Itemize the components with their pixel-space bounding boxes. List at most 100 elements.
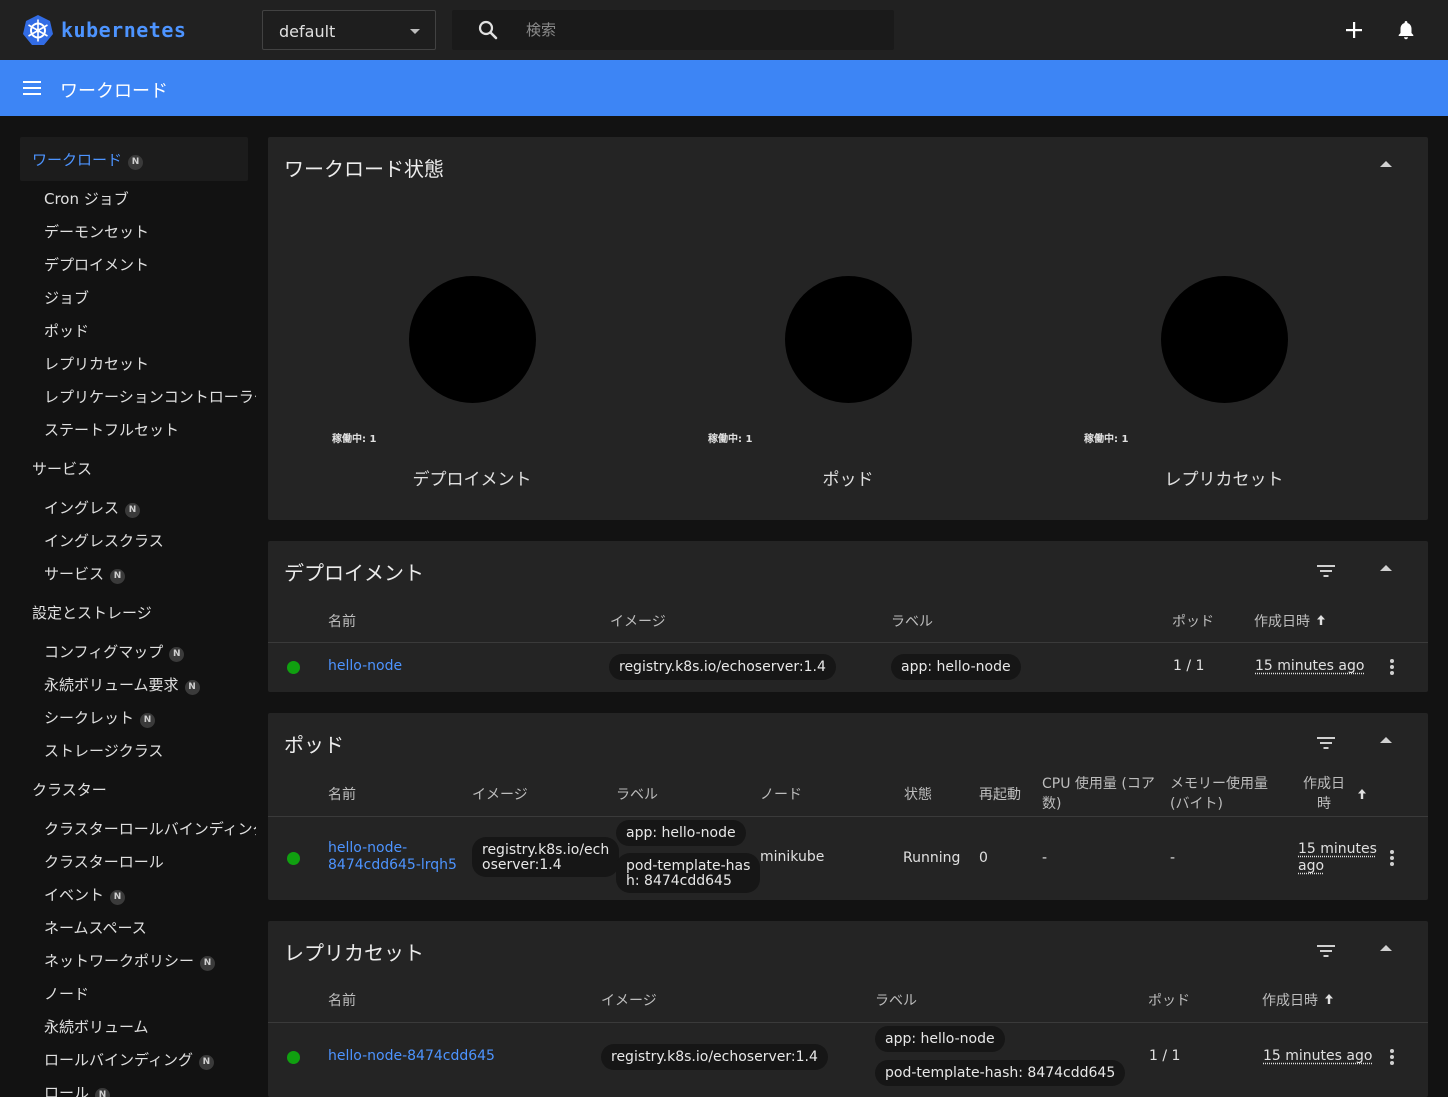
sidebar-item-ingresses[interactable]: イングレス N [44,497,141,518]
sidebar-item-storageclasses[interactable]: ストレージクラス [44,740,163,761]
sidebar-item-label: ワークロード [32,151,123,169]
more-vert-icon[interactable] [1390,659,1394,675]
column-header-name[interactable]: 名前 [328,785,356,805]
label-chip[interactable]: pod-template-hash: 8474cdd645 [616,853,761,893]
sidebar-section-services[interactable]: サービス [32,458,92,479]
logo[interactable]: kubernetes [22,14,186,46]
cpu-usage: - [1042,850,1048,866]
status-ok-icon [287,661,300,674]
collapse-icon[interactable] [1380,161,1392,167]
chart-legend: 稼働中: 1 [332,434,377,445]
sidebar-item-label: Cron ジョブ [44,190,129,208]
collapse-icon[interactable] [1380,565,1392,571]
column-header-labels: ラベル [875,993,917,1009]
column-header-memory: メモリー使用量 (バイト) [1170,774,1268,814]
logo-text: kubernetes [61,18,187,42]
namespace-select[interactable]: default [262,10,436,50]
sidebar-item-clusterroles[interactable]: クラスターロール [44,851,164,872]
sort-arrow-up-icon[interactable] [1357,788,1367,800]
sidebar-item-replicasets[interactable]: レプリカセット [44,353,149,374]
sidebar-item-clusterrolebindings[interactable]: クラスターロールバインディング [44,818,256,839]
sidebar-section-config-storage[interactable]: 設定とストレージ [32,602,152,623]
namespaced-badge: N [110,890,126,905]
column-header-label: 作成日時 [1262,993,1318,1009]
sidebar-item-configmaps[interactable]: コンフィグマップ N [44,641,185,662]
sidebar-section-cluster[interactable]: クラスター [32,779,107,800]
sidebar-item-deployments[interactable]: デプロイメント [44,254,149,275]
more-vert-icon[interactable] [1390,850,1394,866]
filter-icon[interactable] [1316,563,1336,579]
sidebar-item-events[interactable]: イベント N [44,884,126,905]
sidebar-item-label: 永続ボリューム [44,1018,149,1036]
label-chip[interactable]: app: hello-node [875,1026,1005,1052]
node-name: minikube [760,849,825,865]
collapse-icon[interactable] [1380,737,1392,743]
hamburger-menu-icon[interactable] [22,77,42,99]
chart-legend: 稼働中: 1 [708,434,753,445]
sidebar-item-label: デーモンセット [44,223,150,241]
sidebar-item-daemonsets[interactable]: デーモンセット [44,221,149,242]
column-header-created[interactable]: 作成日時 [1254,612,1326,632]
sidebar-item-statefulsets[interactable]: ステートフルセット [44,419,179,440]
sidebar: ワークロード N Cron ジョブ デーモンセット デプロイメント ジョブ ポッド… [0,116,256,1097]
page-title: ワークロード [60,81,168,102]
sidebar-item-rolebindings[interactable]: ロールバインディング N [44,1049,214,1070]
label-chip[interactable]: app: hello-node [616,820,746,846]
column-header-name[interactable]: 名前 [328,991,356,1011]
column-header-line: (バイト) [1170,796,1223,812]
search-input[interactable] [526,18,866,42]
filter-icon[interactable] [1316,943,1336,959]
sidebar-item-pods[interactable]: ポッド [44,320,89,341]
sidebar-item-jobs[interactable]: ジョブ [44,287,89,308]
sidebar-item-pvcs[interactable]: 永続ボリューム要求 N [44,674,200,695]
bell-icon[interactable] [1394,18,1418,42]
column-header-line: 時 [1317,796,1331,812]
namespaced-badge: N [200,956,216,971]
column-header-created[interactable]: 作成日時 [1262,991,1334,1011]
column-header-line: 数) [1042,796,1062,812]
image-chip: registry.k8s.io/echoserver:1.4 [609,654,836,680]
sidebar-item-replicationcontrollers[interactable]: レプリケーションコントローラー [44,386,256,407]
plus-icon[interactable] [1342,18,1366,42]
label-chip[interactable]: pod-template-hash: 8474cdd645 [875,1060,1126,1086]
sidebar-item-workloads[interactable]: ワークロード N [32,149,144,170]
pod-name-link[interactable]: hello-node- 8474cdd645-lrqh5 [328,840,457,874]
chart-label: ポッド [822,470,874,490]
created-time: 15 minutes ago [1298,841,1377,875]
collapse-icon[interactable] [1380,945,1392,951]
sidebar-item-roles[interactable]: ロール N [44,1082,111,1097]
deployment-name-link[interactable]: hello-node [328,658,402,675]
namespaced-badge: N [125,503,141,518]
sidebar-item-nodes[interactable]: ノード [44,983,89,1004]
sidebar-item-secrets[interactable]: シークレット N [44,707,156,728]
column-header-created[interactable]: 作成日時 [1303,774,1345,814]
filter-icon[interactable] [1316,735,1336,751]
label-chip-line: h: 8474cdd645 [626,873,732,889]
page-toolbar: ワークロード [0,60,1448,116]
sidebar-item-cronjobs[interactable]: Cron ジョブ [44,188,129,209]
more-vert-icon[interactable] [1390,1049,1394,1065]
sidebar-item-label: ノード [44,985,90,1003]
sidebar-item-label: 永続ボリューム要求 [44,676,179,694]
sidebar-item-label: サービス [44,565,105,583]
card-title: ワークロード状態 [284,157,444,181]
workload-status-card: ワークロード状態 稼働中: 1 デプロイメント 稼働中: 1 ポッド 稼働中: … [268,137,1428,520]
sidebar-item-label: レプリカセット [44,355,150,373]
sidebar-item-services[interactable]: サービス N [44,563,126,584]
sidebar-item-ingressclasses[interactable]: イングレスクラス [44,530,164,551]
status-chart-circle [785,276,912,403]
sidebar-item-persistentvolumes[interactable]: 永続ボリューム [44,1016,149,1037]
column-header-line: 作成日 [1303,776,1345,792]
chart-legend: 稼働中: 1 [1084,434,1129,445]
sort-arrow-up-icon [1325,994,1333,1004]
sidebar-item-label: ジョブ [44,289,90,307]
sidebar-section-label: クラスター [32,781,107,799]
sidebar-item-namespaces[interactable]: ネームスペース [44,917,147,938]
pods-count: 1 / 1 [1173,658,1205,674]
replicaset-name-link[interactable]: hello-node-8474cdd645 [328,1048,495,1065]
sidebar-item-networkpolicies[interactable]: ネットワークポリシー N [44,950,216,971]
sidebar-item-label: イベント [44,886,105,904]
column-header-name[interactable]: 名前 [328,612,356,632]
pod-name-line: hello-node- [328,840,408,856]
label-chip[interactable]: app: hello-node [891,654,1021,680]
